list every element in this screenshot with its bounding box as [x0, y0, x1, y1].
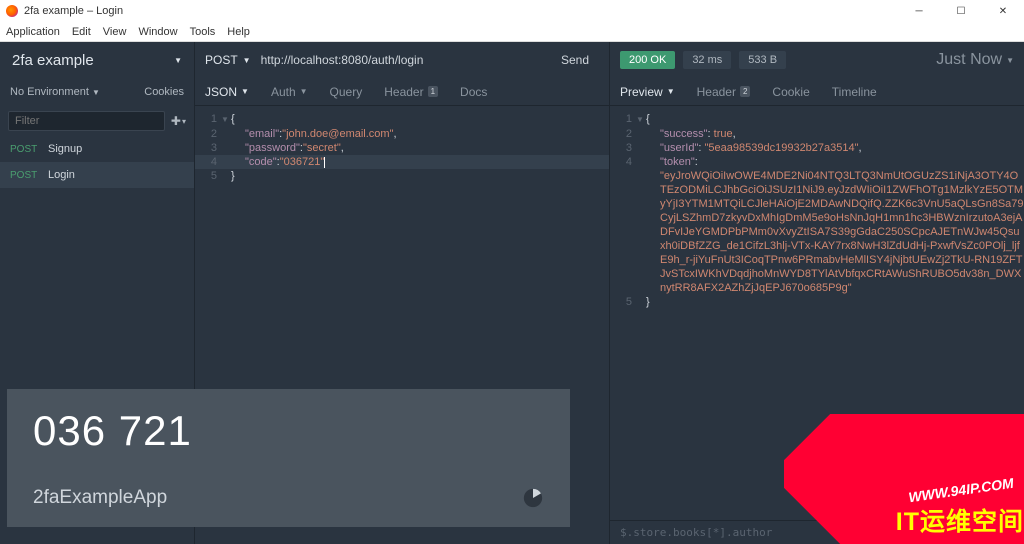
request-name: Login: [48, 169, 75, 181]
response-body[interactable]: 1▼{ 2"success": true, 3"userId": "5eaa98…: [610, 106, 1024, 520]
cookies-button[interactable]: Cookies: [144, 86, 184, 98]
environment-selector[interactable]: No Environment ▼: [10, 86, 100, 98]
tab-timeline[interactable]: Timeline: [832, 85, 877, 99]
totp-code: 036 721: [33, 407, 544, 455]
tab-body[interactable]: JSON ▼: [205, 85, 249, 99]
text-cursor: [324, 157, 325, 168]
tab-query[interactable]: Query: [330, 85, 363, 99]
menu-tools[interactable]: Tools: [190, 26, 216, 38]
request-method: POST: [10, 170, 38, 181]
timer-pie-icon: [522, 487, 544, 509]
close-button[interactable]: ✕: [982, 0, 1024, 22]
jsonpath-input[interactable]: $.store.books[*].author: [610, 520, 1024, 544]
window-controls: ─ ☐ ✕: [898, 0, 1024, 22]
totp-app-name: 2faExampleApp: [33, 487, 167, 509]
chevron-down-icon: ▼: [174, 56, 182, 65]
tab-cookie[interactable]: Cookie: [772, 85, 809, 99]
authenticator-overlay: 036 721 2faExampleApp: [7, 389, 570, 527]
menu-view[interactable]: View: [103, 26, 127, 38]
menu-application[interactable]: Application: [6, 26, 60, 38]
response-pane: 200 OK 32 ms 533 B Just Now ▼ Preview ▼ …: [610, 42, 1024, 544]
send-button[interactable]: Send: [551, 49, 599, 71]
status-code[interactable]: 200 OK: [620, 51, 675, 69]
title-bar: 2fa example – Login ─ ☐ ✕: [0, 0, 1024, 22]
filter-input[interactable]: [8, 111, 165, 131]
menu-bar: Application Edit View Window Tools Help: [0, 22, 1024, 42]
request-item-login[interactable]: POST Login: [0, 162, 194, 188]
tab-preview[interactable]: Preview ▼: [620, 85, 675, 99]
minimize-button[interactable]: ─: [898, 0, 940, 22]
request-item-signup[interactable]: POST Signup: [0, 136, 194, 162]
maximize-button[interactable]: ☐: [940, 0, 982, 22]
add-request-button[interactable]: ✚▾: [171, 114, 186, 128]
app-icon: [6, 5, 18, 17]
tab-docs[interactable]: Docs: [460, 85, 487, 99]
tab-resp-header[interactable]: Header 2: [697, 85, 751, 99]
response-time: 32 ms: [683, 51, 731, 69]
workspace-name: 2fa example: [12, 52, 94, 69]
workspace-selector[interactable]: 2fa example ▼: [0, 42, 194, 78]
window-title: 2fa example – Login: [24, 5, 123, 17]
menu-window[interactable]: Window: [138, 26, 177, 38]
request-method: POST: [10, 144, 38, 155]
tab-auth[interactable]: Auth ▼: [271, 85, 308, 99]
method-selector[interactable]: POST ▼: [205, 53, 251, 67]
history-selector[interactable]: Just Now ▼: [936, 51, 1014, 69]
request-name: Signup: [48, 143, 82, 155]
tab-header[interactable]: Header 1: [384, 85, 438, 99]
response-size: 533 B: [739, 51, 786, 69]
url-input[interactable]: http://localhost:8080/auth/login: [261, 53, 541, 67]
menu-help[interactable]: Help: [227, 26, 250, 38]
menu-edit[interactable]: Edit: [72, 26, 91, 38]
